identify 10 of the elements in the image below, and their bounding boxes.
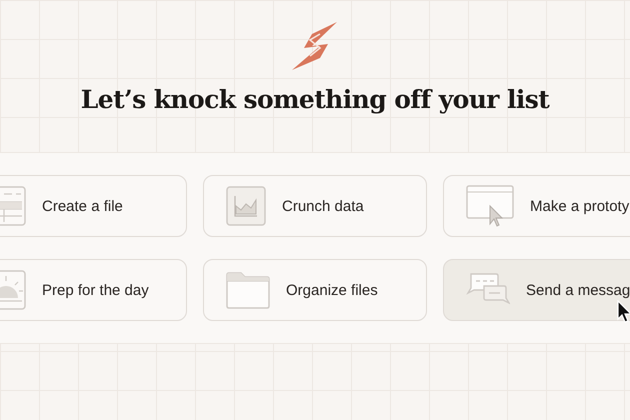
action-card[interactable]: Organize files	[203, 259, 427, 321]
folder-icon	[226, 271, 270, 309]
line-chart-icon	[226, 186, 266, 226]
page-heading: Let’s knock something off your list	[80, 84, 550, 116]
action-card[interactable]: Create a file	[0, 175, 187, 237]
browser-cursor-icon	[466, 184, 514, 228]
action-card[interactable]: Make a prototy	[443, 175, 630, 237]
action-card[interactable]: Send a messag	[443, 259, 630, 321]
action-card[interactable]: Crunch data	[203, 175, 427, 237]
action-card[interactable]: Prep for the day	[0, 259, 187, 321]
